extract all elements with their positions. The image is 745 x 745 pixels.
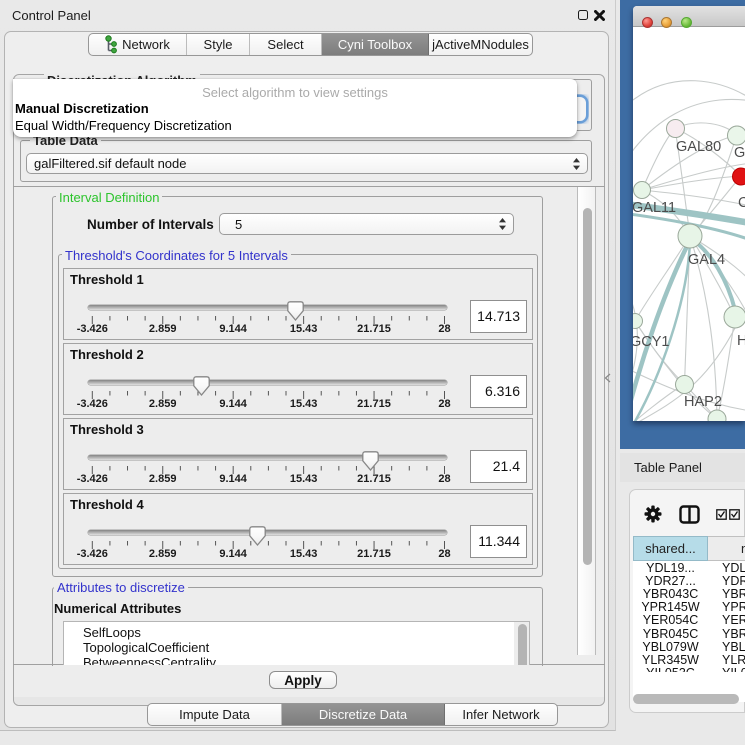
svg-text:H: H xyxy=(737,333,745,349)
svg-text:GAL80: GAL80 xyxy=(676,139,721,155)
svg-text:C: C xyxy=(738,195,745,211)
svg-text:GCY1: GCY1 xyxy=(633,334,670,350)
svg-text:GA: GA xyxy=(734,145,745,161)
svg-text:HAP2: HAP2 xyxy=(684,394,722,410)
svg-text:GAL11: GAL11 xyxy=(633,200,676,216)
svg-text:GAL4: GAL4 xyxy=(688,252,725,268)
